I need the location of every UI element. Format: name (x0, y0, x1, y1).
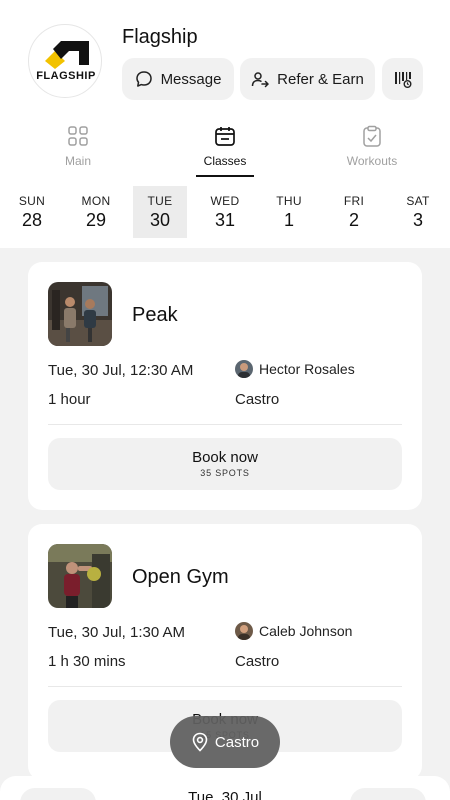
class-duration: 1 h 30 mins (48, 653, 126, 670)
day-date: 31 (214, 210, 236, 230)
active-tab-indicator (196, 175, 254, 177)
tab-classes-label: Classes (203, 154, 247, 168)
header: FLAGSHIP Flagship Message Refer & Earn M… (0, 0, 450, 248)
day-date: 3 (412, 210, 423, 230)
flagship-logo-icon (45, 41, 89, 69)
tab-workouts-label: Workouts (346, 154, 398, 168)
bottom-date-bar: Tue, 30 Jul (0, 776, 450, 800)
day-thu[interactable]: THU 1 (262, 186, 316, 238)
map-pin-icon (192, 732, 208, 752)
refer-earn-button[interactable]: Refer & Earn (240, 58, 375, 100)
avatar (235, 360, 253, 378)
day-date: 28 (21, 210, 43, 230)
class-time: Tue, 30 Jul, 1:30 AM (48, 624, 186, 641)
tab-main[interactable]: Main (18, 120, 138, 178)
refer-earn-label: Refer & Earn (277, 70, 364, 88)
location-pill-label: Castro (214, 733, 260, 751)
avatar (235, 622, 253, 640)
week-strip: SUN 28 MON 29 TUE 30 WED 31 THU 1 FRI 2 SAT 3 (0, 186, 450, 238)
calendar-icon (215, 127, 235, 146)
add-user-icon (251, 72, 270, 88)
class-location: Castro (235, 653, 280, 670)
gym-name: Flagship (122, 26, 198, 48)
grid-icon (68, 126, 88, 146)
day-name: MON (81, 194, 111, 208)
class-location: Castro (235, 391, 280, 408)
barcode-icon (394, 72, 411, 88)
class-card[interactable]: Peak Tue, 30 Jul, 12:30 AM 1 hour Hector… (28, 262, 422, 510)
day-sun[interactable]: SUN 28 (5, 186, 59, 238)
class-name: Open Gym (132, 566, 229, 588)
day-name: SAT (406, 194, 430, 208)
day-mon[interactable]: MON 29 (69, 186, 123, 238)
day-wed[interactable]: WED 31 (198, 186, 252, 238)
message-button-label: Message (160, 70, 222, 88)
book-now-button[interactable]: Book now 35 SPOTS (48, 438, 402, 490)
class-duration: 1 hour (48, 391, 91, 408)
coach[interactable]: Hector Rosales (235, 360, 355, 378)
day-sat[interactable]: SAT 3 (391, 186, 445, 238)
scan-barcode-button[interactable] (382, 58, 423, 100)
day-date: 2 (348, 210, 359, 230)
day-date: 1 (283, 210, 294, 230)
coach[interactable]: Caleb Johnson (235, 622, 352, 640)
gym-logo[interactable]: FLAGSHIP (28, 24, 102, 98)
tab-bar: Main Classes Workouts (0, 120, 450, 178)
day-date: 29 (85, 210, 107, 230)
day-tue[interactable]: TUE 30 (133, 186, 187, 238)
divider (48, 424, 402, 425)
chat-bubble-icon (135, 71, 152, 87)
book-now-label: Book now (192, 449, 258, 466)
class-thumbnail (48, 282, 112, 346)
logo-wordmark: FLAGSHIP (36, 70, 96, 82)
day-fri[interactable]: FRI 2 (327, 186, 381, 238)
class-name: Peak (132, 304, 178, 326)
day-name: SUN (18, 194, 46, 208)
message-button[interactable]: Message (122, 58, 234, 100)
class-thumbnail (48, 544, 112, 608)
day-date: 30 (149, 210, 171, 230)
divider (48, 686, 402, 687)
coach-name: Hector Rosales (259, 361, 355, 377)
next-day-button[interactable] (350, 788, 426, 800)
day-name: THU (276, 194, 302, 208)
location-selector-button[interactable]: Castro (170, 716, 280, 768)
tab-main-label: Main (64, 154, 91, 168)
day-name: FRI (343, 194, 365, 208)
tab-classes[interactable]: Classes (165, 120, 285, 178)
clipboard-check-icon (363, 125, 381, 147)
coach-name: Caleb Johnson (259, 623, 353, 639)
day-name: TUE (147, 194, 173, 208)
tab-workouts[interactable]: Workouts (312, 120, 432, 178)
day-name: WED (210, 194, 240, 208)
class-time: Tue, 30 Jul, 12:30 AM (48, 362, 194, 379)
spots-count: 35 SPOTS (200, 468, 250, 478)
